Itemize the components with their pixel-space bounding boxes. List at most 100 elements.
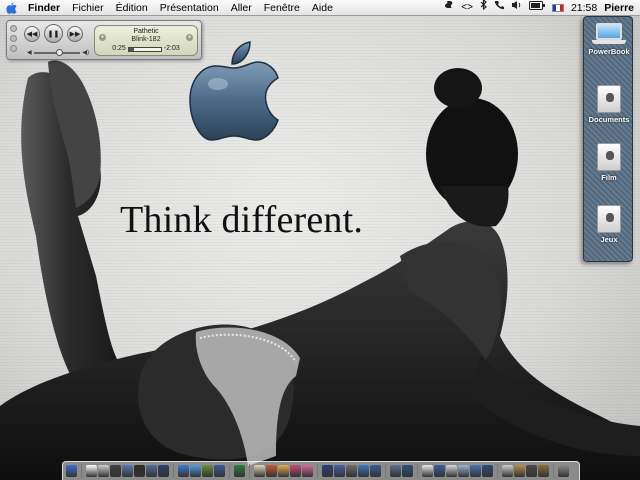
dock-app-icon[interactable] [86, 465, 97, 477]
drawer-item-label: Film [601, 173, 617, 182]
dock-app-icon[interactable] [290, 465, 301, 477]
menu-bar: Finder Fichier Édition Présentation Alle… [0, 0, 640, 16]
dock-separator [553, 464, 554, 478]
flag-fr-icon[interactable] [551, 3, 564, 12]
dock [62, 461, 580, 480]
drawer-item-label: Jeux [600, 235, 618, 244]
dock-app-icon[interactable] [234, 465, 245, 477]
drawer-item-label: PowerBook [588, 47, 630, 56]
dock-separator [173, 464, 174, 478]
modem-icon[interactable] [494, 0, 504, 16]
user-menu[interactable]: Pierre [604, 2, 634, 14]
dock-app-icon[interactable] [122, 465, 133, 477]
dock-app-icon[interactable] [434, 465, 445, 477]
dock-app-icon[interactable] [482, 465, 493, 477]
dock-app-icon[interactable] [526, 465, 537, 477]
drawer-item-jeux[interactable]: Jeux [584, 205, 634, 244]
minimize-button[interactable] [10, 35, 17, 42]
drawer-item-documents[interactable]: Documents [584, 85, 634, 124]
volume-slider[interactable]: ◀ ◀) [27, 49, 89, 57]
dock-separator [81, 464, 82, 478]
dock-app-icon[interactable] [266, 465, 277, 477]
drawer-item-film[interactable]: Film [584, 143, 634, 182]
snapback-icon[interactable]: ● [186, 34, 193, 41]
zoom-button[interactable] [10, 45, 17, 52]
dock-separator [417, 464, 418, 478]
menu-aller[interactable]: Aller [225, 0, 258, 16]
volume-track[interactable] [33, 49, 81, 56]
dock-app-icon[interactable] [134, 465, 145, 477]
remaining-time: -2:03 [163, 45, 180, 52]
window-buttons [10, 25, 17, 52]
hard-drive-icon [597, 143, 621, 171]
volume-icon[interactable] [511, 0, 522, 16]
dock-app-icon[interactable] [446, 465, 457, 477]
battery-icon[interactable] [528, 0, 545, 16]
dock-app-icon[interactable] [422, 465, 433, 477]
dock-app-icon[interactable] [358, 465, 369, 477]
progress-row: 0:25 -2:03 [95, 45, 197, 53]
dock-app-icon[interactable] [346, 465, 357, 477]
menu-edition[interactable]: Édition [110, 0, 154, 16]
volume-knob[interactable] [56, 49, 64, 56]
dock-app-icon[interactable] [158, 465, 169, 477]
dock-app-icon[interactable] [458, 465, 469, 477]
dock-app-icon[interactable] [254, 465, 265, 477]
apple-menu-icon[interactable] [0, 0, 22, 16]
volume-low-icon: ◀ [27, 50, 32, 56]
dock-app-icon[interactable] [558, 465, 569, 477]
tagline-text: Think different. [120, 199, 364, 241]
wallpaper-figure [0, 60, 640, 480]
menu-presentation[interactable]: Présentation [154, 0, 225, 16]
previous-track-button[interactable]: ◀◀ [24, 26, 40, 42]
close-button[interactable] [10, 25, 17, 32]
dock-app-icon[interactable] [98, 465, 109, 477]
dock-app-icon[interactable] [334, 465, 345, 477]
menu-fichier[interactable]: Fichier [66, 0, 110, 16]
desktop: Think different. [0, 16, 640, 480]
dock-app-icon[interactable] [202, 465, 213, 477]
script-menu-icon[interactable] [444, 0, 454, 16]
pause-button[interactable]: ❚❚ [44, 24, 63, 43]
menu-fenetre[interactable]: Fenêtre [258, 0, 306, 16]
dock-app-icon[interactable] [178, 465, 189, 477]
dock-app-icon[interactable] [110, 465, 121, 477]
powerbook-icon [592, 23, 626, 45]
elapsed-time: 0:25 [112, 45, 126, 52]
drawer-item-powerbook[interactable]: PowerBook [584, 23, 634, 56]
menu-finder[interactable]: Finder [22, 0, 66, 16]
dock-app-icon[interactable] [514, 465, 525, 477]
hard-drive-icon [597, 85, 621, 113]
progress-fill [128, 47, 135, 51]
dock-app-icon[interactable] [278, 465, 289, 477]
dock-app-icon[interactable] [390, 465, 401, 477]
bluetooth-icon[interactable] [480, 0, 487, 16]
menu-clock[interactable]: 21:58 [571, 2, 597, 14]
shuffle-icon[interactable]: ● [99, 34, 106, 41]
dock-separator [497, 464, 498, 478]
menu-aide[interactable]: Aide [306, 0, 339, 16]
dock-app-icon[interactable] [402, 465, 413, 477]
dock-app-icon[interactable] [370, 465, 381, 477]
dock-app-icon[interactable] [470, 465, 481, 477]
drawer-item-label: Documents [588, 115, 630, 124]
dock-app-icon[interactable] [214, 465, 225, 477]
next-track-button[interactable]: ▶▶ [67, 26, 83, 42]
dock-app-icon[interactable] [146, 465, 157, 477]
itunes-mini-player: ◀◀ ❚❚ ▶▶ ◀ ◀) ● Pathetic Blink-182 0:25 … [6, 20, 202, 60]
volume-high-icon: ◀) [82, 50, 89, 56]
dock-separator [385, 464, 386, 478]
dock-app-icon[interactable] [190, 465, 201, 477]
dock-app-icon[interactable] [322, 465, 333, 477]
dock-app-icon[interactable] [502, 465, 513, 477]
displays-icon[interactable]: <> [461, 0, 473, 16]
drives-drawer: PowerBook Documents Film Jeux [583, 16, 633, 262]
dock-separator [229, 464, 230, 478]
track-title: Pathetic [133, 28, 159, 35]
now-playing-display: ● Pathetic Blink-182 0:25 -2:03 ● [94, 25, 198, 56]
dock-app-icon[interactable] [302, 465, 313, 477]
progress-bar[interactable] [127, 46, 162, 52]
dock-app-icon[interactable] [66, 465, 77, 477]
dock-app-icon[interactable] [538, 465, 549, 477]
hard-drive-icon [597, 205, 621, 233]
